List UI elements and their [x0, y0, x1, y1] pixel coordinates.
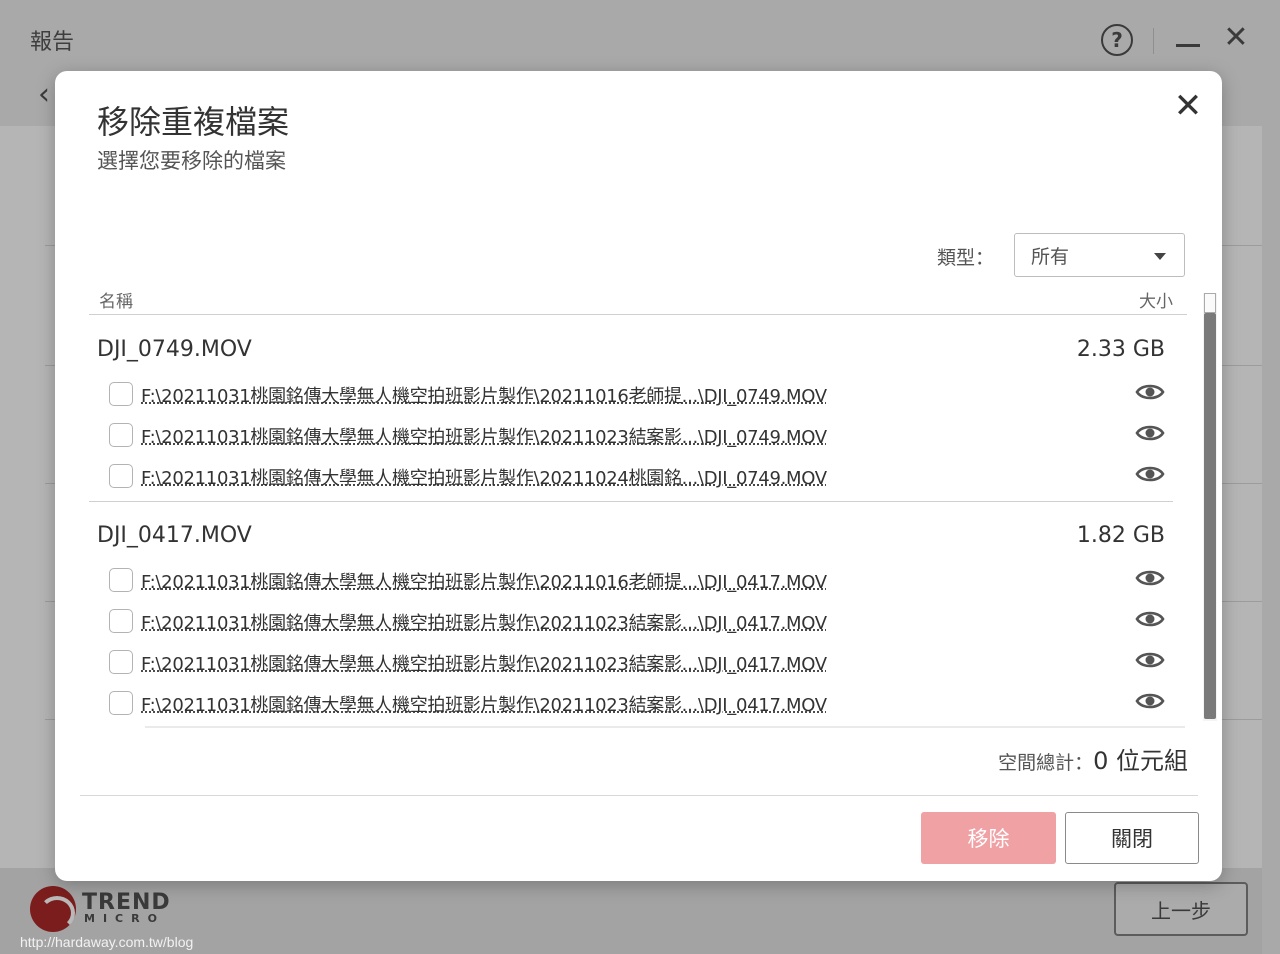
- previous-step-button[interactable]: 上一步: [1114, 882, 1248, 936]
- chevron-down-icon: [1154, 253, 1166, 260]
- eye-icon[interactable]: [1135, 608, 1165, 630]
- dialog-title: 移除重複檔案: [97, 103, 290, 141]
- dialog-subtitle: 選擇您要移除的檔案: [97, 149, 286, 173]
- type-filter-label: 類型：: [937, 247, 995, 269]
- scrollbar-thumb[interactable]: [1204, 313, 1216, 719]
- type-filter-select[interactable]: 所有: [1014, 233, 1185, 277]
- group-file-size: 1.82 GB: [1076, 523, 1165, 548]
- file-path-link[interactable]: F:\20211031桃園銘傳大學無人機空拍班影片製作\20211016老師提.…: [141, 568, 827, 594]
- duplicate-file-list: DJI_0749.MOV 2.33 GB F:\20211031桃園銘傳大學無人…: [89, 315, 1199, 727]
- file-checkbox[interactable]: [109, 423, 133, 447]
- eye-icon[interactable]: [1135, 690, 1165, 712]
- file-checkbox[interactable]: [109, 650, 133, 674]
- close-button[interactable]: 關閉: [1065, 812, 1199, 864]
- app-close-button[interactable]: ✕: [1222, 23, 1250, 53]
- file-path-link[interactable]: F:\20211031桃園銘傳大學無人機空拍班影片製作\20211023結案影.…: [141, 650, 827, 676]
- group-file-size: 2.33 GB: [1076, 337, 1165, 362]
- list-scrollbar[interactable]: [1203, 293, 1217, 721]
- file-path-link[interactable]: F:\20211031桃園銘傳大學無人機空拍班影片製作\20211016老師提.…: [141, 382, 827, 408]
- remove-duplicates-dialog: ✕ 移除重複檔案 選擇您要移除的檔案 類型： 所有 名稱 大小 DJI_0749…: [55, 71, 1222, 881]
- group-file-name: DJI_0417.MOV: [97, 523, 252, 548]
- file-checkbox[interactable]: [109, 464, 133, 488]
- file-path-link[interactable]: F:\20211031桃園銘傳大學無人機空拍班影片製作\20211024桃園銘.…: [141, 464, 827, 490]
- file-row: F:\20211031桃園銘傳大學無人機空拍班影片製作\20211016老師提.…: [89, 563, 1173, 603]
- logo-subtext: MICRO: [84, 912, 165, 925]
- file-row: F:\20211031桃園銘傳大學無人機空拍班影片製作\20211016老師提.…: [89, 377, 1173, 417]
- trend-micro-logo-icon: [30, 886, 76, 932]
- help-button[interactable]: ?: [1101, 24, 1133, 56]
- file-row: F:\20211031桃園銘傳大學無人機空拍班影片製作\20211024桃園銘.…: [89, 459, 1173, 499]
- logo-text: TREND: [82, 890, 171, 915]
- file-path-link[interactable]: F:\20211031桃園銘傳大學無人機空拍班影片製作\20211023結案影.…: [141, 423, 827, 449]
- back-chevron-icon[interactable]: ‹: [38, 80, 50, 110]
- app-title: 報告: [30, 30, 75, 55]
- eye-icon[interactable]: [1135, 463, 1165, 485]
- type-filter-value: 所有: [1031, 245, 1070, 268]
- space-total: 空間總計：0 位元組: [998, 741, 1188, 776]
- file-path-link[interactable]: F:\20211031桃園銘傳大學無人機空拍班影片製作\20211023結案影.…: [141, 691, 827, 717]
- column-header-size: 大小: [1139, 292, 1173, 312]
- file-row: F:\20211031桃園銘傳大學無人機空拍班影片製作\20211023結案影.…: [89, 418, 1173, 458]
- column-header-name: 名稱: [99, 292, 133, 312]
- dialog-close-icon[interactable]: ✕: [1169, 87, 1207, 125]
- list-bottom-edge: [145, 726, 1185, 728]
- eye-icon[interactable]: [1135, 381, 1165, 403]
- space-total-value: 0 位元組: [1093, 747, 1188, 775]
- file-row: F:\20211031桃園銘傳大學無人機空拍班影片製作\20211023結案影.…: [89, 686, 1173, 726]
- file-row: F:\20211031桃園銘傳大學無人機空拍班影片製作\20211023結案影.…: [89, 604, 1173, 644]
- eye-icon[interactable]: [1135, 649, 1165, 671]
- file-checkbox[interactable]: [109, 382, 133, 406]
- remove-button[interactable]: 移除: [921, 812, 1056, 864]
- group-divider: [89, 501, 1173, 502]
- file-path-link[interactable]: F:\20211031桃園銘傳大學無人機空拍班影片製作\20211023結案影.…: [141, 609, 827, 635]
- file-row: F:\20211031桃園銘傳大學無人機空拍班影片製作\20211023結案影.…: [89, 645, 1173, 685]
- space-total-label: 空間總計：: [998, 752, 1094, 774]
- titlebar-separator: [1153, 28, 1154, 54]
- group-file-name: DJI_0749.MOV: [97, 337, 252, 362]
- minimize-button[interactable]: [1176, 44, 1200, 47]
- eye-icon[interactable]: [1135, 422, 1165, 444]
- footer-divider: [80, 795, 1198, 796]
- file-checkbox[interactable]: [109, 568, 133, 592]
- scrollbar-top: [1204, 293, 1216, 313]
- watermark-url: http://hardaway.com.tw/blog: [20, 934, 194, 950]
- eye-icon[interactable]: [1135, 567, 1165, 589]
- file-checkbox[interactable]: [109, 609, 133, 633]
- file-checkbox[interactable]: [109, 691, 133, 715]
